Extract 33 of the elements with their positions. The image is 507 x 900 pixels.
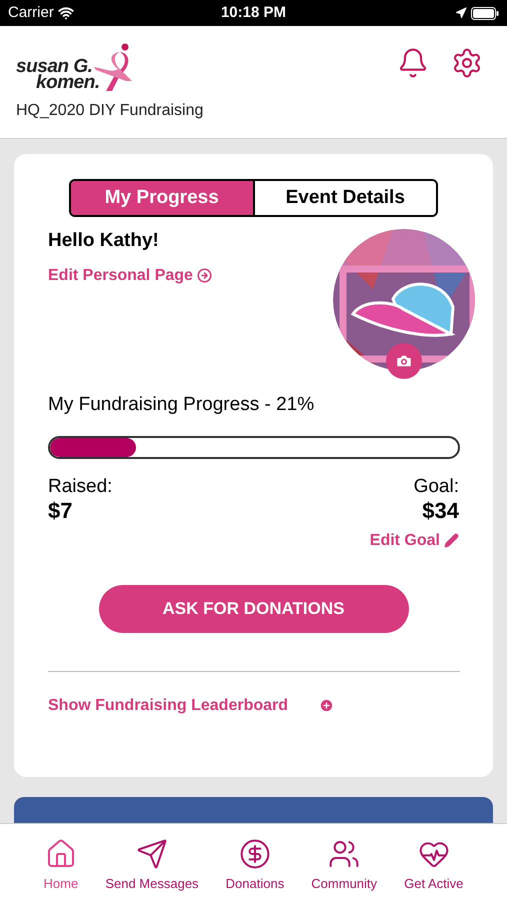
logo-text: susan G. [16, 59, 92, 75]
leaderboard-link[interactable]: Show Fundraising Leaderboard [48, 694, 334, 718]
carrier-label: Carrier [8, 2, 54, 23]
ask-for-donations-button[interactable]: ASK FOR DONATIONS [98, 584, 408, 632]
location-icon [454, 7, 467, 19]
greeting: Hello Kathy! [48, 229, 160, 253]
people-icon [328, 838, 360, 870]
pencil-icon [444, 533, 459, 548]
plus-icon [319, 698, 334, 713]
nav-tab[interactable]: Send Messages [105, 838, 199, 894]
status-time: 10:18 PM [220, 2, 286, 23]
nav-tab[interactable]: Donations [226, 838, 284, 894]
tab[interactable]: Event Details [252, 181, 436, 215]
goal-label: Goal: [414, 474, 459, 498]
dollar-icon [238, 838, 271, 870]
settings-icon[interactable] [451, 47, 483, 79]
arrow-right-icon [196, 268, 212, 283]
paper-plane-icon [136, 838, 168, 870]
raised-amount: $7 [48, 498, 74, 522]
nav-tab[interactable]: Home [44, 838, 78, 894]
edit-personal-page-link[interactable]: Edit Personal Page [48, 264, 212, 288]
tab[interactable]: My Progress [71, 181, 252, 215]
edit-goal-link[interactable]: Edit Goal [370, 528, 459, 552]
battery-icon [470, 6, 499, 20]
raised-label: Raised: [48, 474, 112, 498]
logo-text: komen. [36, 75, 100, 91]
wifi-icon [58, 5, 74, 21]
goal-amount: $34 [422, 498, 459, 522]
progress-title: My Fundraising Progress - 21% [48, 393, 316, 417]
notifications-icon[interactable] [397, 47, 429, 79]
nav-tab[interactable]: Get Active [404, 838, 464, 894]
nav-tab[interactable]: Community [311, 838, 378, 894]
campaign-subtitle: HQ_2020 DIY Fundraising [16, 101, 204, 121]
